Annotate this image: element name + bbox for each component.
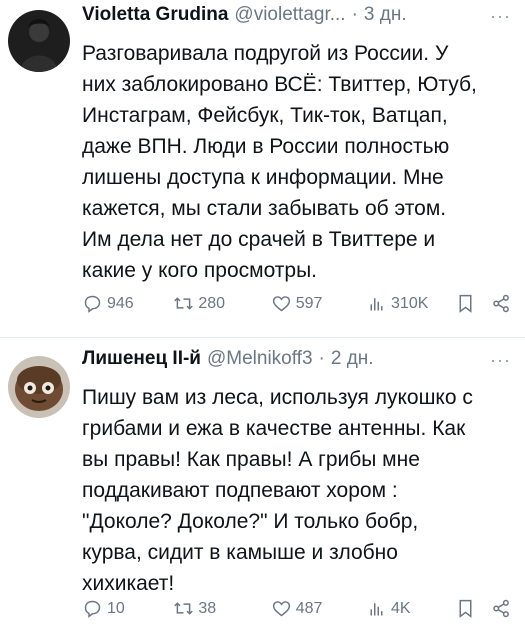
bookmark-button[interactable] — [455, 598, 491, 619]
views-count: 4K — [391, 599, 411, 617]
views-chart-icon — [370, 298, 383, 311]
timestamp[interactable]: 2 дн. — [331, 348, 374, 370]
like-count: 487 — [295, 599, 323, 617]
tweet-text: Разговаривала подругой из России. У них … — [82, 42, 477, 282]
views-button[interactable]: 310K — [366, 293, 455, 314]
tweet[interactable]: Violetta Grudina @violettagr... · 3 дн. … — [0, 0, 525, 338]
retweet-button[interactable]: 38 — [173, 598, 270, 619]
share-icon — [493, 599, 510, 618]
timestamp[interactable]: 3 дн. — [364, 4, 407, 26]
tweet-header: Violetta Grudina @violettagr... · 3 дн. — [82, 4, 511, 32]
like-count: 597 — [295, 294, 323, 312]
avatar[interactable] — [8, 356, 70, 418]
author-handle[interactable]: @violettagr... — [234, 4, 345, 26]
author-handle[interactable]: @Melnikoff3 — [207, 348, 313, 370]
views-chart-icon — [370, 603, 383, 616]
like-button[interactable]: 597 — [271, 293, 366, 314]
author-name[interactable]: Violetta Grudina — [82, 4, 228, 26]
avatar[interactable] — [8, 10, 70, 72]
bookmark-icon — [459, 294, 472, 313]
tweet-header: Лишенец II-й @Melnikoff3 · 2 дн. — [82, 348, 511, 376]
separator: · — [351, 4, 358, 25]
action-bar: 946 280 597 310K — [82, 293, 515, 314]
retweet-count: 38 — [198, 599, 217, 617]
views-count: 310K — [391, 294, 429, 312]
bookmark-icon — [459, 599, 472, 618]
reply-button[interactable]: 946 — [82, 293, 173, 314]
share-icon — [493, 294, 510, 313]
reply-icon — [84, 295, 101, 313]
more-options-icon[interactable]: ··· — [490, 6, 511, 27]
author-name[interactable]: Лишенец II-й — [82, 348, 201, 370]
reply-count: 946 — [107, 294, 134, 312]
reply-button[interactable]: 10 — [82, 598, 173, 619]
more-options-icon[interactable]: ··· — [490, 350, 511, 371]
retweet-icon — [174, 297, 194, 310]
heart-icon — [272, 296, 290, 312]
retweet-icon — [174, 602, 194, 615]
reply-count: 10 — [107, 599, 125, 617]
views-button[interactable]: 4K — [366, 598, 455, 619]
heart-icon — [272, 601, 290, 617]
bookmark-button[interactable] — [455, 293, 491, 314]
tweet-text: Пишу вам из леса, используя лукошко с гр… — [82, 386, 473, 595]
retweet-button[interactable]: 280 — [173, 293, 270, 314]
separator: · — [318, 348, 325, 369]
action-bar: 10 38 487 4K — [82, 598, 515, 619]
tweet[interactable]: Лишенец II-й @Melnikoff3 · 2 дн. ··· Пиш… — [0, 338, 525, 630]
reply-icon — [84, 600, 101, 618]
share-button[interactable] — [491, 293, 515, 314]
retweet-count: 280 — [198, 294, 226, 312]
share-button[interactable] — [491, 598, 515, 619]
like-button[interactable]: 487 — [271, 598, 366, 619]
